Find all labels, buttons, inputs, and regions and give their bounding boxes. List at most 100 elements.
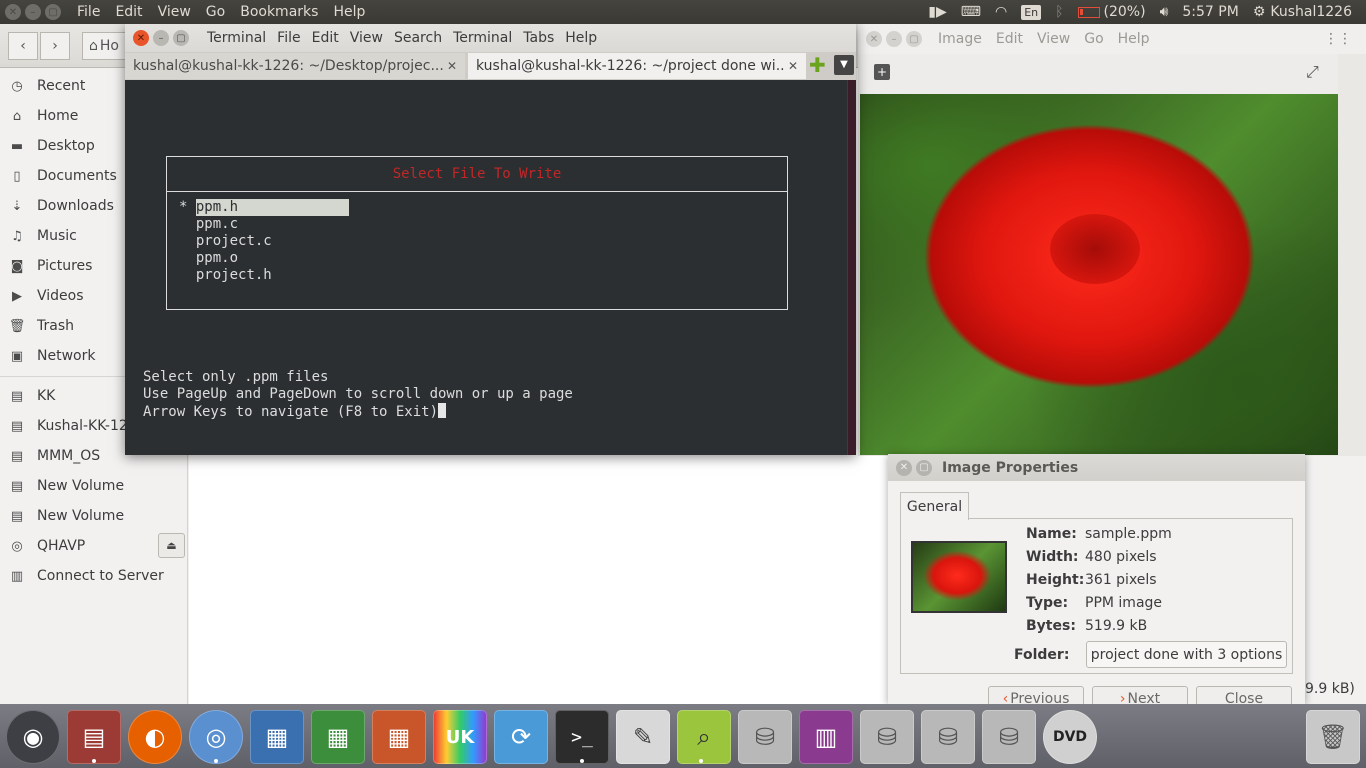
libreoffice-writer-icon[interactable]: ▦ [250, 710, 304, 764]
clock[interactable]: 5:57 PM [1182, 4, 1238, 20]
menu-go[interactable]: Go [1084, 31, 1103, 47]
drive-3-icon[interactable]: ⛁ [921, 710, 975, 764]
files-icon[interactable]: ▤ [67, 710, 121, 764]
text-cursor [438, 403, 447, 418]
minimize-icon[interactable]: – [886, 31, 902, 47]
help-line: Arrow Keys to navigate (F8 to Exit) [143, 404, 439, 420]
menu-file[interactable]: File [77, 4, 100, 20]
menu-help[interactable]: Help [565, 30, 597, 46]
running-indicator [92, 759, 96, 763]
grid-icon[interactable]: ⋮⋮ [1324, 31, 1352, 47]
image-properties-dialog: ✕ ▢ Image Properties General Name: sampl… [888, 454, 1305, 710]
ubuntu-software-icon[interactable]: UK [433, 710, 487, 764]
close-icon[interactable]: ✕ [866, 31, 882, 47]
firefox-icon[interactable]: ◐ [128, 710, 182, 764]
terminal-icon[interactable]: >_ [555, 710, 609, 764]
menu-edit[interactable]: Edit [996, 31, 1023, 47]
menu-search[interactable]: Search [394, 30, 442, 46]
tab-label: kushal@kushal-kk-1226: ~/Desktop/projec.… [133, 58, 443, 74]
menu-bookmarks[interactable]: Bookmarks [240, 4, 318, 20]
drive-2-icon[interactable]: ⛁ [860, 710, 914, 764]
update-manager-icon[interactable]: ⟳ [494, 710, 548, 764]
sidebar-item-connect-to-server[interactable]: ▥ Connect to Server [8, 563, 186, 589]
download-icon: ⇣ [11, 198, 23, 214]
menu-go[interactable]: Go [206, 4, 225, 20]
drive-4-icon[interactable]: ⛁ [982, 710, 1036, 764]
libreoffice-impress-icon[interactable]: ▦ [372, 710, 426, 764]
wifi-icon[interactable]: ◠ [995, 4, 1007, 20]
menu-view[interactable]: View [350, 30, 383, 46]
minimize-icon[interactable]: – [25, 4, 41, 20]
terminal-content[interactable]: Select File To Write * ppm.h ppm.c proje… [125, 80, 847, 455]
chromium-icon[interactable]: ◎ [189, 710, 243, 764]
forward-button[interactable]: › [40, 32, 70, 60]
battery-indicator[interactable]: (20%) [1077, 4, 1146, 20]
menu-terminal[interactable]: Terminal [453, 30, 512, 46]
properties-titlebar: ✕ ▢ Image Properties [888, 454, 1305, 481]
terminal-scrollbar[interactable] [847, 80, 856, 455]
sidebar-item-new-volume-1[interactable]: ▤ New Volume [8, 473, 186, 499]
home-icon: ⌂ [89, 38, 98, 54]
ubuntu-dash-icon[interactable]: ◉ [6, 710, 60, 764]
folder-button[interactable]: project done with 3 options [1086, 641, 1287, 668]
disc-icon: ◎ [11, 538, 23, 554]
menu-image[interactable]: Image [938, 31, 982, 47]
menu-edit[interactable]: Edit [115, 4, 142, 20]
menu-tabs[interactable]: Tabs [523, 30, 554, 46]
session-indicator[interactable]: ⚙ Kushal1226 [1253, 4, 1352, 20]
chevron-left-icon: ‹ [20, 38, 26, 54]
restore-icon[interactable]: ▢ [906, 31, 922, 47]
sidebar-item-label: Recent [37, 78, 86, 94]
trash-dock-icon[interactable]: 🗑︎ [1306, 710, 1360, 764]
language-indicator[interactable]: En [1021, 4, 1042, 20]
text-editor-icon[interactable]: ✎ [616, 710, 670, 764]
file-list-item[interactable]: project.h [179, 267, 272, 284]
menu-view[interactable]: View [1037, 31, 1070, 47]
restore-icon[interactable]: ▢ [45, 4, 61, 20]
sidebar-item-qhavp[interactable]: ◎ QHAVP [8, 533, 153, 559]
tab-menu-icon[interactable]: ▼ [834, 55, 854, 75]
close-icon[interactable]: ✕ [788, 59, 798, 73]
close-icon[interactable]: ✕ [447, 59, 457, 73]
restore-icon[interactable]: ▢ [916, 459, 932, 476]
fullscreen-icon[interactable]: ⤢ [1306, 62, 1319, 82]
add-icon[interactable]: + [874, 64, 890, 80]
sidebar-item-new-volume-2[interactable]: ▤ New Volume [8, 503, 186, 529]
drive-icon: ▤ [10, 418, 24, 434]
image-viewer-icon[interactable]: ⌕ [677, 710, 731, 764]
back-button[interactable]: ‹ [8, 32, 38, 60]
sidebar-item-label: Desktop [37, 138, 95, 154]
workspace-icon[interactable]: ▥ [799, 710, 853, 764]
document-icon: ▯ [13, 168, 21, 184]
file-list-item[interactable]: project.c [179, 233, 272, 250]
tab-general[interactable]: General [900, 492, 969, 520]
new-tab-icon[interactable]: ✚ [809, 55, 826, 75]
keyboard-icon[interactable]: ⌨ [961, 4, 981, 20]
drive-icon: ▤ [10, 388, 24, 404]
bluetooth-icon[interactable]: ᛒ [1055, 4, 1063, 20]
file-list-item[interactable]: ppm.c [179, 216, 238, 233]
file-list-item[interactable]: * ppm.h [179, 199, 349, 216]
terminal-tab-2[interactable]: kushal@kushal-kk-1226: ~/project done wi… [468, 53, 806, 79]
uk-label: UK [445, 726, 475, 748]
close-icon[interactable]: ✕ [896, 459, 912, 476]
volume-icon[interactable]: 🔊︎ [1160, 4, 1169, 20]
menu-view[interactable]: View [158, 4, 191, 20]
file-list-item[interactable]: ppm.o [179, 250, 238, 267]
menu-help[interactable]: Help [333, 4, 365, 20]
menu-help[interactable]: Help [1118, 31, 1150, 47]
eject-button[interactable]: ⏏ [158, 533, 185, 558]
minimize-icon[interactable]: – [153, 30, 169, 46]
menu-file[interactable]: File [277, 30, 300, 46]
drive-1-icon[interactable]: ⛁ [738, 710, 792, 764]
menu-edit[interactable]: Edit [312, 30, 339, 46]
terminal-tab-1[interactable]: kushal@kushal-kk-1226: ~/Desktop/projec.… [125, 53, 465, 79]
dvd-icon[interactable]: DVD [1043, 710, 1097, 764]
libreoffice-calc-icon[interactable]: ▦ [311, 710, 365, 764]
close-icon[interactable]: ✕ [133, 30, 149, 46]
switch-icon[interactable]: ▮▶ [928, 4, 946, 20]
running-indicator [699, 759, 703, 763]
background-size-text: 9.9 kB) [1305, 681, 1355, 697]
restore-icon[interactable]: ▢ [173, 30, 189, 46]
close-icon[interactable]: ✕ [5, 4, 21, 20]
